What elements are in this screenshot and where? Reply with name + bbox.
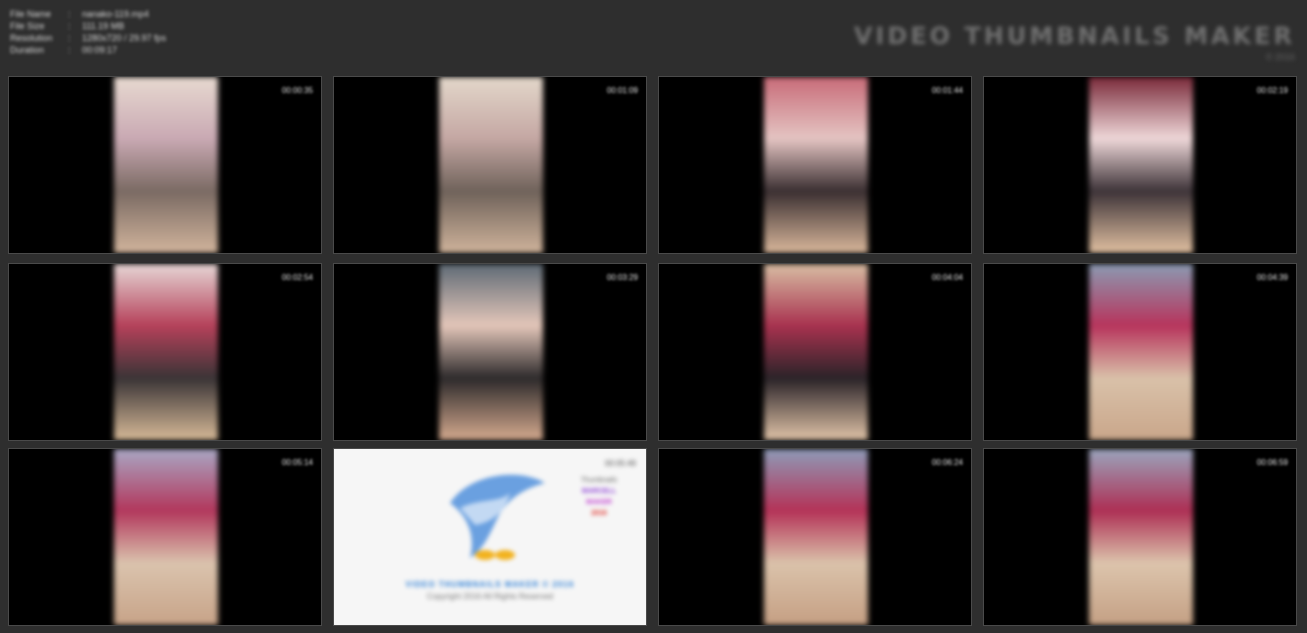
meta-value: nanako-119.mp4 <box>82 9 149 19</box>
logo-copyright: Copyright 2016 All Rights Reserved <box>426 592 554 601</box>
brand-watermark: VIDEO THUMBNAILS MAKER © 2016 <box>854 22 1295 62</box>
meta-value: 1280x720 / 29.97 fps <box>82 33 167 43</box>
timestamp-label: 00:04:39 <box>1256 273 1288 282</box>
timestamp-label: 00:02:19 <box>1256 86 1288 95</box>
logo-side-line: Thumbnails <box>580 477 618 484</box>
timestamp-label: 00:02:54 <box>281 273 313 282</box>
thumbnail-tile[interactable]: 00:03:29 <box>333 263 647 441</box>
video-frame <box>1089 264 1193 440</box>
meta-row-filesize: File Size : 111.19 MB <box>10 20 166 32</box>
meta-value: 00:09:17 <box>82 45 118 55</box>
timestamp-label: 00:06:59 <box>1256 458 1288 467</box>
meta-row-duration: Duration : 00:09:17 <box>10 44 166 56</box>
thumbnail-tile[interactable]: 00:02:19 <box>983 76 1297 254</box>
thumbnail-tile[interactable]: 00:04:04 <box>658 263 972 441</box>
video-frame <box>439 264 543 440</box>
timestamp-label: 00:05:49 <box>604 459 636 468</box>
thumbnail-tile[interactable]: 00:00:35 <box>8 76 322 254</box>
thumbnail-grid: 00:00:35 00:01:09 00:01:44 00:02:19 00:02:54… <box>8 76 1300 628</box>
brand-title: VIDEO THUMBNAILS MAKER <box>853 22 1295 50</box>
contact-sheet: File Name : nanako-119.mp4 File Size : 1… <box>0 0 1307 633</box>
timestamp-label: 00:03:29 <box>606 273 638 282</box>
logo-side-line: MARCELL <box>581 488 617 495</box>
timestamp-label: 00:00:35 <box>281 86 313 95</box>
video-frame <box>764 264 868 440</box>
meta-row-filename: File Name : nanako-119.mp4 <box>10 8 166 20</box>
thumbnail-tile[interactable]: 00:02:54 <box>8 263 322 441</box>
bird-logo-icon <box>450 474 545 560</box>
thumbnail-tile[interactable]: 00:04:39 <box>983 263 1297 441</box>
meta-separator: : <box>68 33 71 43</box>
meta-separator: : <box>68 21 71 31</box>
meta-key: File Size <box>10 21 45 31</box>
thumbnail-tile[interactable]: 00:01:09 <box>333 76 647 254</box>
meta-key: Resolution <box>10 33 53 43</box>
video-frame <box>114 264 218 440</box>
video-frame <box>764 449 868 625</box>
thumbnail-tile[interactable]: 00:06:24 <box>658 448 972 626</box>
meta-separator: : <box>68 9 71 19</box>
meta-row-resolution: Resolution : 1280x720 / 29.97 fps <box>10 32 166 44</box>
meta-key: File Name <box>10 9 52 19</box>
thumbnail-tile[interactable]: 00:06:59 <box>983 448 1297 626</box>
timestamp-label: 00:01:09 <box>606 86 638 95</box>
watermark-logo-tile: 00:05:49 Thumbnails MARCELL MAKER 2016 VIDEO … <box>333 448 647 626</box>
video-frame <box>114 77 218 253</box>
timestamp-label: 00:06:24 <box>931 458 963 467</box>
video-frame <box>439 77 543 253</box>
brand-url: © 2016 <box>1265 52 1295 62</box>
video-frame <box>764 77 868 253</box>
logo-side-line: MAKER <box>586 499 612 506</box>
thumbnail-tile[interactable]: 00:01:44 <box>658 76 972 254</box>
meta-key: Duration <box>10 45 45 55</box>
sheet-header: File Name : nanako-119.mp4 File Size : 1… <box>0 0 1307 74</box>
logo-side-line: 2016 <box>591 510 607 517</box>
timestamp-label: 00:01:44 <box>931 86 963 95</box>
logo-content: 00:05:49 Thumbnails MARCELL MAKER 2016 VIDEO … <box>334 449 646 625</box>
file-metadata: File Name : nanako-119.mp4 File Size : 1… <box>10 8 166 56</box>
timestamp-label: 00:04:04 <box>931 273 963 282</box>
thumbnail-tile[interactable]: 00:05:14 <box>8 448 322 626</box>
video-frame <box>1089 77 1193 253</box>
video-frame <box>1089 449 1193 625</box>
logo-side-text: Thumbnails MARCELL MAKER 2016 <box>564 475 634 519</box>
logo-caption: VIDEO THUMBNAILS MAKER © 2016 <box>405 580 575 589</box>
meta-separator: : <box>68 45 71 55</box>
meta-value: 111.19 MB <box>82 21 125 31</box>
timestamp-label: 00:05:14 <box>281 458 313 467</box>
video-frame <box>114 449 218 625</box>
